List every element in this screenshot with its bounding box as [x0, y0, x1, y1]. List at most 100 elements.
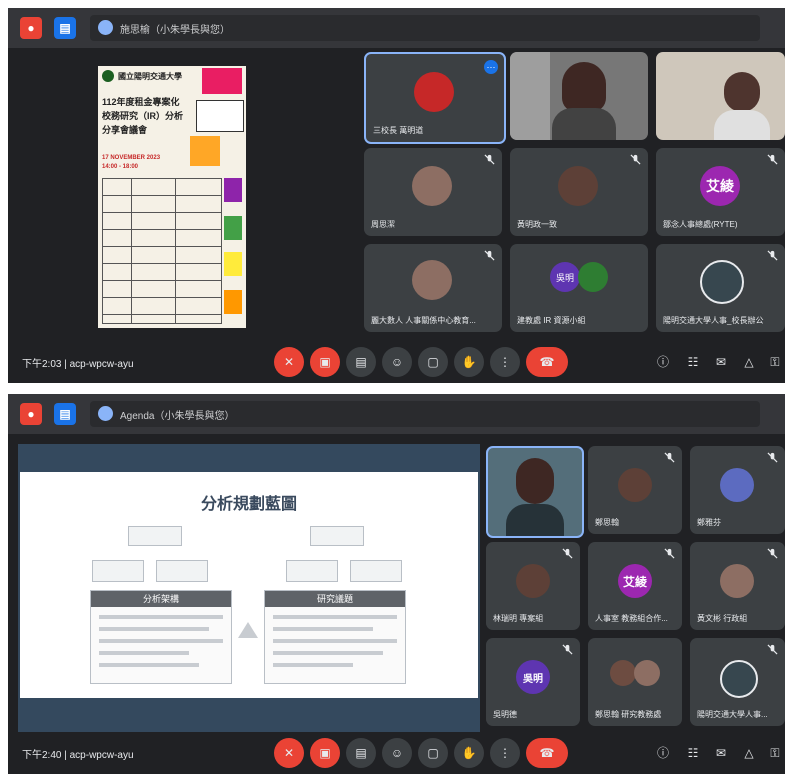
mic-off-icon: [484, 250, 495, 261]
more-options-icon[interactable]: ⋮: [490, 738, 520, 768]
mic-off-icon: [767, 548, 778, 559]
participant-avatar: [412, 260, 452, 300]
mic-off-icon: [767, 250, 778, 261]
browser-tab[interactable]: 施思榆（小朱學長與您）: [90, 15, 760, 41]
browser-tab-bar: ● ▤ 施思榆（小朱學長與您）: [8, 8, 785, 48]
diagram-node: [286, 560, 338, 582]
participant-name: 吳明德: [493, 710, 517, 719]
illustration-panel: [196, 100, 244, 132]
illustration-panel: [190, 136, 220, 166]
participant-face: [562, 62, 606, 112]
camera-off-icon[interactable]: ▣: [310, 738, 340, 768]
lock-icon[interactable]: ⚿: [768, 355, 782, 369]
participant-tile-video[interactable]: [510, 52, 648, 140]
emoji-icon[interactable]: ☺: [382, 347, 412, 377]
present-icon[interactable]: ▢: [418, 347, 448, 377]
participant-tile[interactable]: 麗大數人 人事關係中心教育...: [364, 244, 502, 332]
chat-icon[interactable]: ✉: [714, 746, 728, 760]
people-icon[interactable]: ☷: [686, 746, 700, 760]
clock-time: 下午2:03: [22, 359, 62, 370]
presentation-stage: 分析規劃藍圖 分析架構 研究議題: [18, 444, 480, 732]
participant-body: [506, 504, 564, 536]
background-bookshelf: [510, 52, 550, 140]
tab-title: Agenda（小朱學長與您）: [120, 411, 235, 422]
mic-off-icon: [767, 154, 778, 165]
lock-icon[interactable]: ⚿: [768, 746, 782, 760]
participant-grid: 鄭思翰 鄭雅芬 林瑞明 專案組 艾綾 人事室 教務組合作... 黃文彬 行政組 …: [486, 444, 785, 744]
poster-title-line-1: 112年度租金專案化: [102, 97, 180, 107]
poster-agenda-table: [102, 178, 222, 324]
mic-off-icon: [664, 548, 675, 559]
participant-tile[interactable]: 鄭雅芬: [690, 446, 785, 534]
participant-tile[interactable]: 鄭思翰: [588, 446, 682, 534]
people-icon[interactable]: ☷: [686, 355, 700, 369]
diagram-node: [310, 526, 364, 546]
info-icon[interactable]: ⓘ: [656, 746, 670, 760]
slide-panel-left: 分析架構: [90, 590, 232, 684]
record-icon[interactable]: ●: [20, 403, 42, 425]
end-call-icon[interactable]: ☎: [526, 738, 568, 768]
chat-icon[interactable]: ✉: [714, 355, 728, 369]
participant-tile-pinned[interactable]: [486, 446, 584, 538]
participant-tile[interactable]: 鄭思翰 研究教務處: [588, 638, 682, 726]
participant-tile[interactable]: 吳明 吳明德: [486, 638, 580, 726]
participant-tile-pinned[interactable]: ⋯ 三校長 萬明道: [364, 52, 506, 144]
present-icon[interactable]: ▢: [418, 738, 448, 768]
mic-off-icon[interactable]: ✕: [274, 347, 304, 377]
participant-avatar: 吳明: [550, 262, 580, 292]
illustration-panel: [224, 252, 242, 276]
diagram-node: [92, 560, 144, 582]
participant-avatar: [412, 166, 452, 206]
mic-off-icon: [630, 154, 641, 165]
participant-tile[interactable]: 陽明交通大學人事_校長辦公: [656, 244, 785, 332]
raise-hand-icon[interactable]: ✋: [454, 347, 484, 377]
participant-face: [516, 458, 554, 504]
more-options-icon[interactable]: ⋮: [490, 347, 520, 377]
emoji-icon[interactable]: ☺: [382, 738, 412, 768]
browser-tab[interactable]: Agenda（小朱學長與您）: [90, 401, 760, 427]
participant-tile[interactable]: 黃文彬 行政組: [690, 542, 785, 630]
participant-tile[interactable]: 艾綾 人事室 教務組合作...: [588, 542, 682, 630]
participant-avatar: 吳明: [516, 660, 550, 694]
university-logo-icon: [102, 70, 114, 82]
participant-avatar: [720, 564, 754, 598]
participant-avatar: 艾綾: [618, 564, 652, 598]
participant-avatar-secondary: [578, 262, 608, 292]
participant-avatar: [720, 660, 758, 698]
captions-icon[interactable]: ▤: [346, 347, 376, 377]
record-icon[interactable]: ●: [20, 17, 42, 39]
camera-off-icon[interactable]: ▣: [310, 347, 340, 377]
participant-tile-video[interactable]: [656, 52, 785, 140]
meeting-controls-bar: 下午2:40 | acp-wpcw-ayu ✕ ▣ ▤ ☺ ▢ ✋ ⋮ ☎ ⓘ …: [8, 732, 785, 774]
activities-icon[interactable]: △: [742, 746, 756, 760]
participant-tile[interactable]: 艾綾 鄒念人事總處(RYTE): [656, 148, 785, 236]
participant-avatar-secondary: [634, 660, 660, 686]
mic-off-icon[interactable]: ✕: [274, 738, 304, 768]
activities-icon[interactable]: △: [742, 355, 756, 369]
participant-tile[interactable]: 陽明交通大學人事...: [690, 638, 785, 726]
docs-icon[interactable]: ▤: [54, 403, 76, 425]
participant-avatar: [618, 468, 652, 502]
participant-tile[interactable]: 黃明政一致: [510, 148, 648, 236]
raise-hand-icon[interactable]: ✋: [454, 738, 484, 768]
poster-title-line-2: 校務研究（IR）分析: [102, 111, 184, 121]
participant-tile[interactable]: 林瑞明 專案組: [486, 542, 580, 630]
shared-slide: 分析規劃藍圖 分析架構 研究議題: [20, 472, 478, 698]
docs-icon[interactable]: ▤: [54, 17, 76, 39]
captions-icon[interactable]: ▤: [346, 738, 376, 768]
shared-poster: 國立陽明交通大學 112年度租金專案化 校務研究（IR）分析 分享會議會 17 …: [98, 66, 246, 328]
participant-avatar: [720, 468, 754, 502]
panel-heading: 分析架構: [91, 591, 231, 607]
participant-name: 鄭思翰 研究教務處: [595, 710, 662, 719]
diagram-arrow-icon: [238, 622, 258, 638]
end-call-icon[interactable]: ☎: [526, 347, 568, 377]
poster-org: 國立陽明交通大學: [118, 72, 182, 81]
more-options-icon[interactable]: ⋯: [484, 60, 498, 74]
info-icon[interactable]: ⓘ: [656, 355, 670, 369]
presentation-stage: 國立陽明交通大學 112年度租金專案化 校務研究（IR）分析 分享會議會 17 …: [16, 52, 358, 338]
participant-tile[interactable]: 吳明 建教處 IR 資源小組: [510, 244, 648, 332]
meeting-code: acp-wpcw-ayu: [69, 359, 134, 370]
illustration-panel: [224, 178, 242, 202]
participant-name: 鄭思翰: [595, 518, 619, 527]
participant-tile[interactable]: 周思潔: [364, 148, 502, 236]
